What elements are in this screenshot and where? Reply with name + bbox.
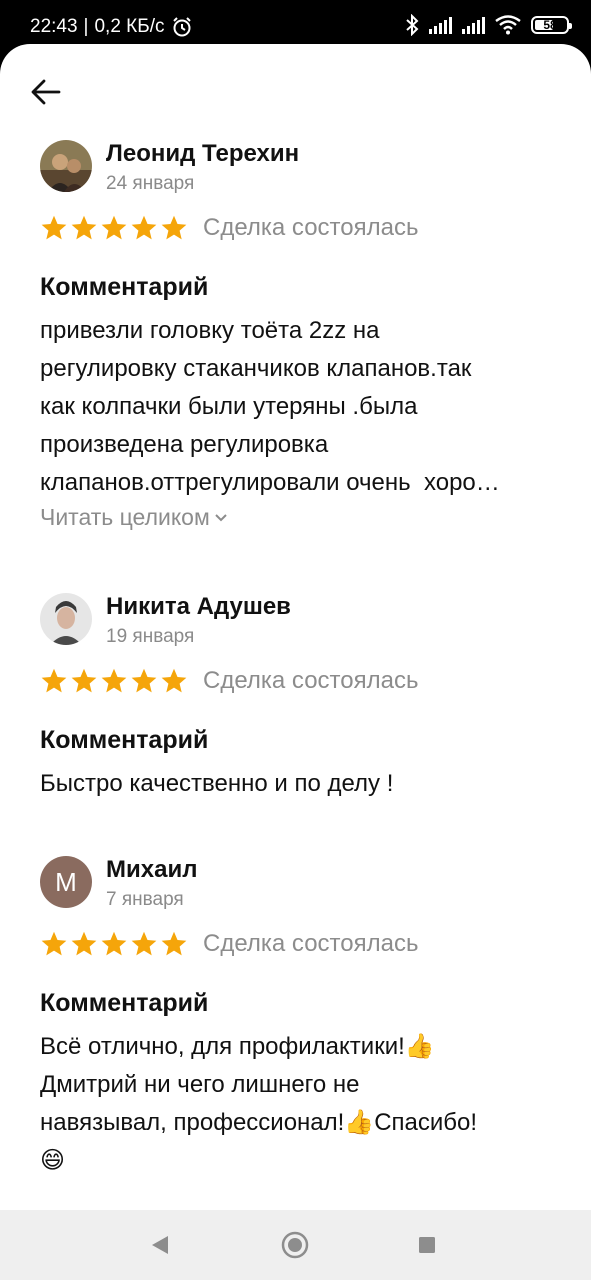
system-nav-bar <box>0 1210 591 1280</box>
avatar[interactable] <box>40 593 92 645</box>
comment-line: Дмитрий ни чего лишнего не <box>40 1071 360 1098</box>
star-icon <box>71 931 97 956</box>
status-bar: 22:43 | 0,2 КБ/с 58 <box>0 0 591 46</box>
nav-home-button[interactable] <box>281 1231 309 1264</box>
comment-line-text: навязывал, профессионал! <box>40 1109 345 1136</box>
star-icon <box>101 215 127 240</box>
chevron-down-icon <box>215 513 227 521</box>
deal-status: Сделка состоялась <box>203 930 419 957</box>
star-icon <box>101 668 127 693</box>
star-icon <box>71 215 97 240</box>
comment-line: регулировку стаканчиков клапанов.так <box>40 355 472 382</box>
review-item: М Михаил 7 января Сделка состоялась Комм… <box>40 856 560 1186</box>
status-left: 22:43 | 0,2 КБ/с <box>30 16 193 38</box>
comment-text: привезли головку тоёта 2zz на регулировк… <box>40 312 560 502</box>
thumbs-up-icon: 👍 <box>404 1033 435 1060</box>
star-icon <box>161 668 187 693</box>
star-icon <box>101 931 127 956</box>
star-rating <box>40 667 188 695</box>
comment-line: 😄 <box>40 1142 560 1180</box>
back-button[interactable] <box>26 72 66 112</box>
battery-icon: 58 <box>531 16 572 34</box>
read-more-link[interactable]: Читать целиком <box>40 504 228 531</box>
thumbs-up-icon: 👍 <box>344 1109 375 1136</box>
comment-label: Комментарий <box>40 273 209 301</box>
status-speed: 0,2 КБ/с <box>94 16 165 37</box>
comment-line: клапанов.оттрегулировали очень хоро… <box>40 469 500 496</box>
comment-line: Всё отлично, для профилактики!👍 <box>40 1028 560 1066</box>
comment-line: навязывал, профессионал!👍Спасибо! <box>40 1104 560 1142</box>
star-icon <box>131 668 157 693</box>
comment-text: Всё отлично, для профилактики!👍 Дмитрий … <box>40 1028 560 1180</box>
comment-line-text: Спасибо! <box>374 1109 478 1136</box>
comment-line: произведена регулировка <box>40 431 329 458</box>
review-item: Никита Адушев 19 января Сделка состоялас… <box>40 593 560 823</box>
star-icon <box>71 668 97 693</box>
status-separator: | <box>83 16 89 37</box>
avatar-letter: М <box>55 866 77 897</box>
star-rating <box>40 930 188 958</box>
comment-line: как колпачки были утеряны .была <box>40 393 418 420</box>
star-icon <box>161 931 187 956</box>
rating-row: Сделка состоялась <box>40 214 418 242</box>
review-author[interactable]: Леонид Терехин <box>106 140 299 168</box>
comment-line-text: Всё отлично, для профилактики! <box>40 1033 405 1060</box>
review-author[interactable]: Никита Адушев <box>106 593 291 621</box>
avatar[interactable] <box>40 140 92 192</box>
reviews-sheet: Леонид Терехин 24 января Сделка состояла… <box>0 44 591 1210</box>
star-icon <box>161 215 187 240</box>
recents-square-icon <box>419 1237 435 1253</box>
comment-label: Комментарий <box>40 989 209 1017</box>
avatar[interactable]: М <box>40 856 92 908</box>
review-date: 7 января <box>106 889 184 910</box>
alarm-icon <box>172 17 191 37</box>
home-circle-icon <box>281 1231 309 1259</box>
star-icon <box>41 215 67 240</box>
status-right: 58 <box>405 14 572 36</box>
battery-level: 58 <box>543 18 557 32</box>
comment-line: привезли головку тоёта 2zz на <box>40 317 380 344</box>
wifi-icon <box>495 15 521 35</box>
comment-label: Комментарий <box>40 726 209 754</box>
smiling-face-icon: 😄 <box>40 1147 66 1174</box>
star-icon <box>41 668 67 693</box>
star-rating <box>40 214 188 242</box>
rating-row: Сделка состоялась <box>40 667 418 695</box>
back-triangle-icon <box>152 1236 168 1254</box>
star-icon <box>131 215 157 240</box>
review-date: 24 января <box>106 173 195 194</box>
signal-icon <box>429 16 452 34</box>
nav-recents-button[interactable] <box>418 1236 436 1259</box>
nav-back-button[interactable] <box>150 1234 170 1261</box>
star-icon <box>41 931 67 956</box>
bluetooth-icon <box>406 14 419 36</box>
rating-row: Сделка состоялась <box>40 930 418 958</box>
arrow-left-icon <box>31 79 61 105</box>
signal-icon <box>462 16 485 34</box>
status-time: 22:43 <box>30 16 78 37</box>
comment-line: Быстро качественно и по делу ! <box>40 770 394 797</box>
read-more-label: Читать целиком <box>40 504 210 530</box>
review-item: Леонид Терехин 24 января Сделка состояла… <box>40 140 560 540</box>
deal-status: Сделка состоялась <box>203 214 419 241</box>
review-author[interactable]: Михаил <box>106 856 197 884</box>
review-date: 19 января <box>106 626 195 647</box>
star-icon <box>131 931 157 956</box>
comment-text: Быстро качественно и по делу ! <box>40 765 560 803</box>
deal-status: Сделка состоялась <box>203 667 419 694</box>
